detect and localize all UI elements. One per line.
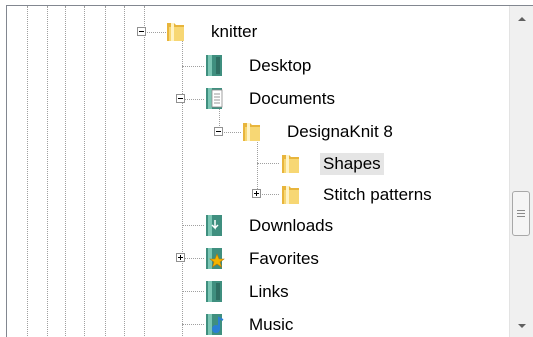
tree-node-favorites[interactable]: Favorites [246,248,322,270]
folder-icon [167,23,184,41]
folder-icon [243,123,260,141]
downloads-folder-icon [206,215,222,236]
desktop-folder-icon [206,55,222,76]
tree-node-designaknit-8[interactable]: DesignaKnit 8 [284,121,396,143]
tree-connector [257,163,279,164]
music-folder-icon [206,314,224,335]
tree-node-music[interactable]: Music [246,314,296,336]
tree-guide-line [47,6,48,337]
collapse-icon[interactable] [137,27,146,36]
scroll-up-arrow-icon[interactable] [510,6,533,30]
tree-connector [182,99,204,100]
tree-node-knitter[interactable]: knitter [208,21,260,43]
tree-connector [182,225,204,226]
grip-line [517,210,525,211]
folder-icon [282,155,299,173]
expand-icon[interactable] [252,189,261,198]
tree-connector [182,66,204,67]
collapse-icon[interactable] [176,94,185,103]
expand-icon[interactable] [176,253,185,262]
vertical-scrollbar[interactable] [509,6,533,337]
tree-guide-line [144,6,145,337]
tree-guide-line [27,6,28,337]
tree-guide-line [105,6,106,337]
folder-tree-view[interactable]: knitter Desktop Documents DesignaKnit 8 … [6,5,533,337]
tree-node-desktop[interactable]: Desktop [246,55,314,77]
grip-line [517,213,525,214]
tree-guide-line [84,6,85,337]
tree-node-links[interactable]: Links [246,281,292,303]
tree-node-shapes[interactable]: Shapes [320,153,384,175]
folder-icon [282,186,299,204]
tree-connector [182,324,204,325]
tree-node-downloads[interactable]: Downloads [246,215,336,237]
tree-connector [182,258,204,259]
tree-node-documents[interactable]: Documents [246,88,338,110]
tree-content: knitter Desktop Documents DesignaKnit 8 … [7,6,509,337]
tree-connector [144,32,166,33]
links-folder-icon [206,281,222,302]
scroll-down-arrow-icon[interactable] [510,314,533,337]
documents-folder-icon [206,88,223,109]
scroll-thumb[interactable] [512,191,530,236]
collapse-icon[interactable] [214,127,223,136]
grip-line [517,216,525,217]
tree-connector [182,291,204,292]
favorites-folder-icon [206,248,225,269]
tree-guide-line [65,6,66,337]
tree-node-stitch-patterns[interactable]: Stitch patterns [320,184,435,206]
tree-guide-line [182,41,183,337]
tree-guide-line [124,6,125,337]
